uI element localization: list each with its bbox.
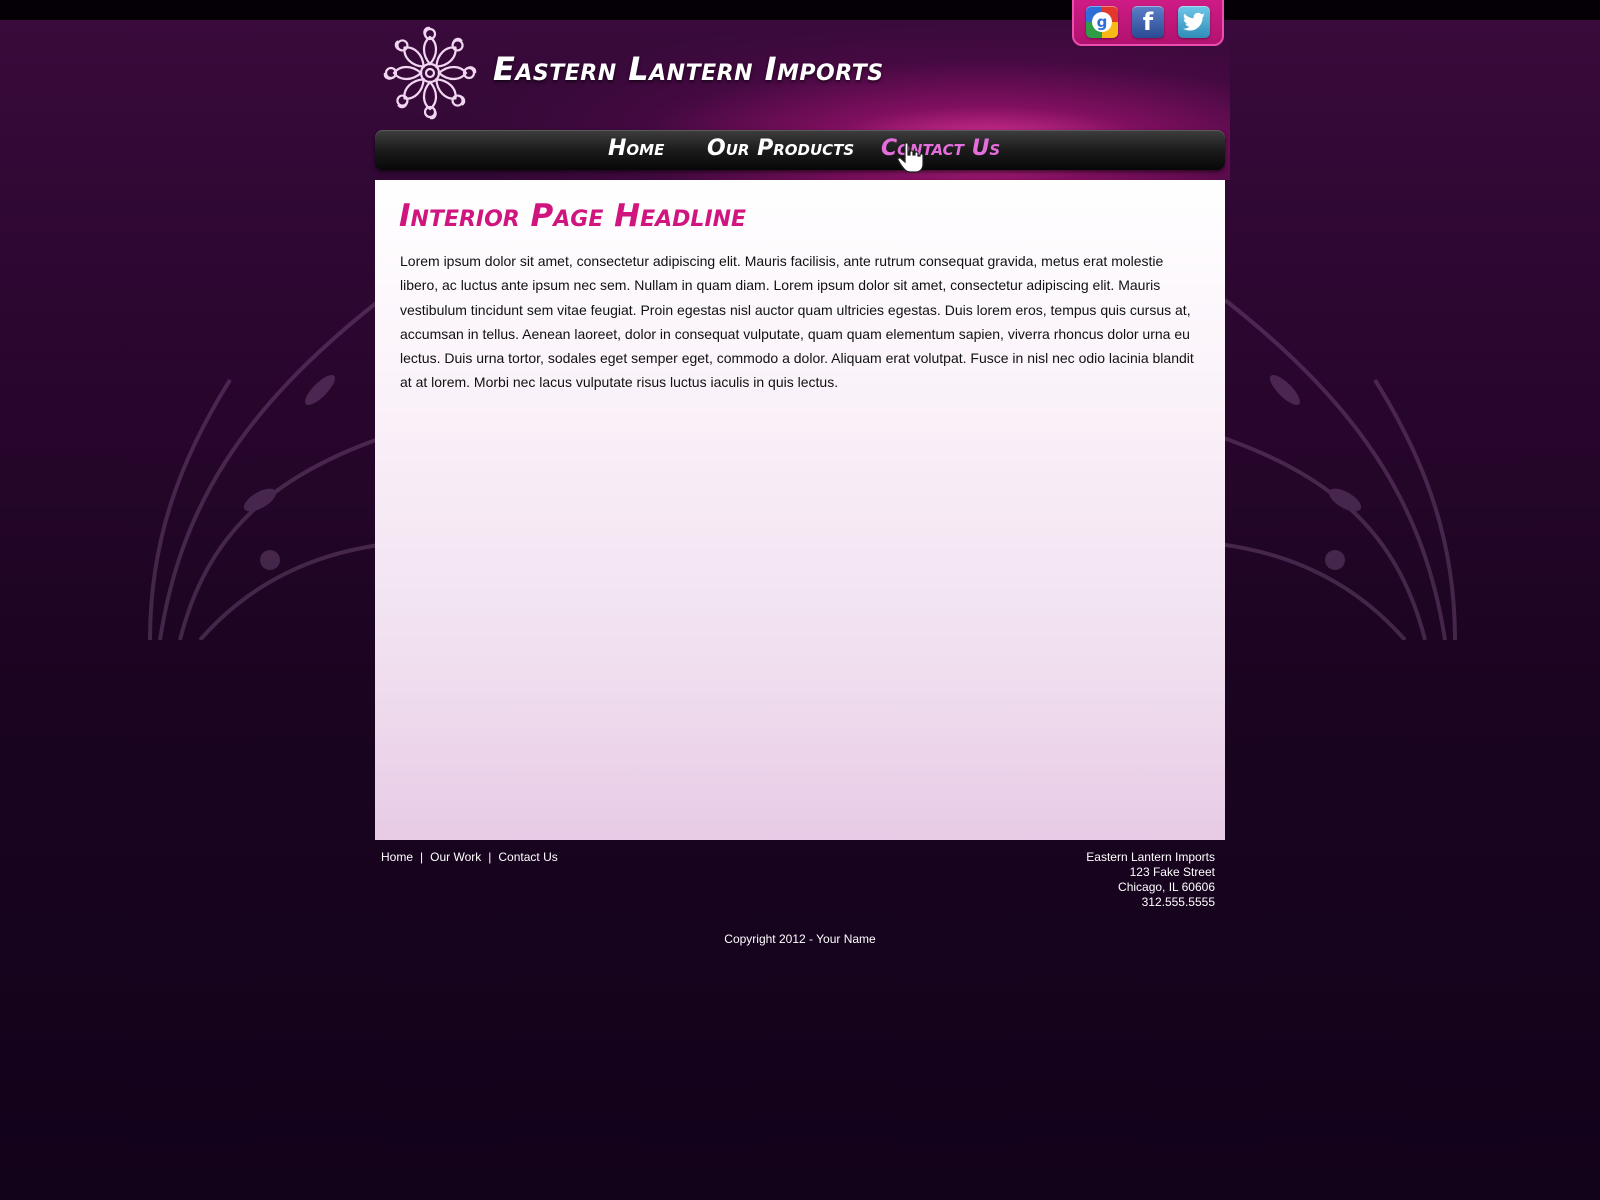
address-company: Eastern Lantern Imports [1086, 850, 1215, 864]
site-title[interactable]: Eastern Lantern Imports [493, 50, 884, 88]
top-bar [0, 0, 1600, 20]
body-paragraph: Lorem ipsum dolor sit amet, consectetur … [400, 253, 1194, 391]
hand-cursor-icon [897, 142, 924, 173]
address-city: Chicago, IL 60606 [1118, 880, 1215, 894]
footer-link-contact-us[interactable]: Contact Us [498, 850, 557, 864]
nav-item-home[interactable]: Home [608, 136, 664, 161]
footer-address: Eastern Lantern Imports 123 Fake Street … [1000, 850, 1215, 910]
copyright-text: Copyright 2012 - Your Name [724, 932, 876, 946]
footer-nav: Home | Our Work | Contact Us [381, 850, 558, 864]
facebook-icon[interactable]: f [1132, 6, 1164, 38]
nav-item-our-products[interactable]: Our Products [707, 136, 854, 161]
google-icon[interactable]: g [1086, 6, 1118, 38]
address-phone: 312.555.5555 [1141, 895, 1215, 909]
twitter-bird-icon [1182, 12, 1205, 31]
address-street: 123 Fake Street [1129, 865, 1215, 879]
footer-link-our-work[interactable]: Our Work [430, 850, 481, 864]
main-content: Interior Page Headline Lorem ipsum dolor… [375, 180, 1225, 840]
lantern-logo-icon [383, 26, 477, 120]
twitter-icon[interactable] [1178, 6, 1210, 38]
footer-link-home[interactable]: Home [381, 850, 413, 864]
page-headline: Interior Page Headline [399, 198, 747, 234]
footer-separator: | [488, 850, 492, 864]
social-links: g f [1072, 0, 1224, 46]
main-navigation: Home Our Products Contact Us [375, 130, 1225, 170]
footer-separator: | [420, 850, 424, 864]
